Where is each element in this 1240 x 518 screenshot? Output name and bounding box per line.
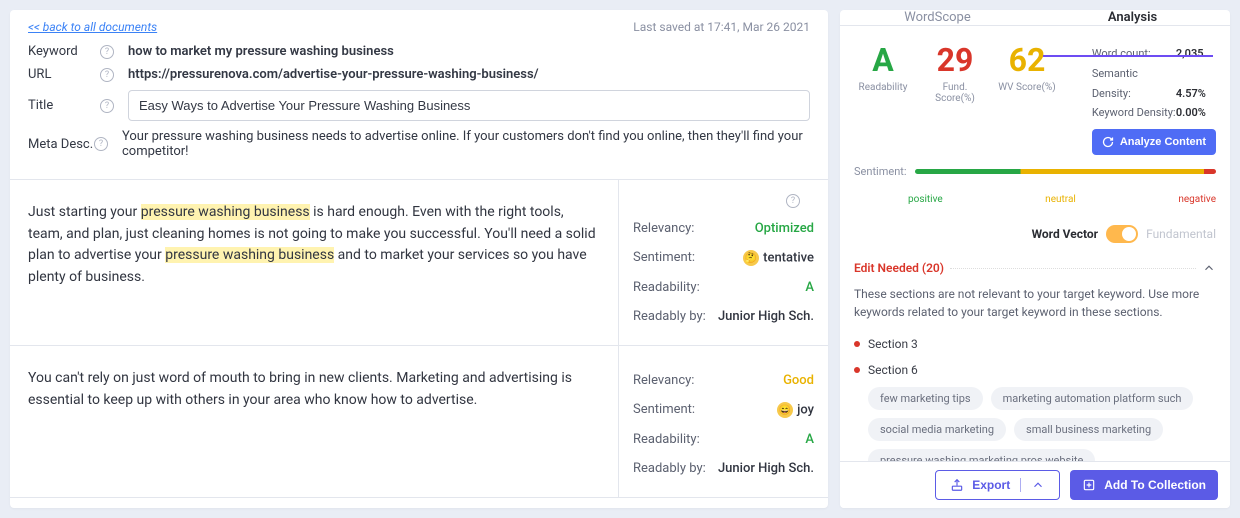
add-to-collection-button[interactable]: Add To Collection [1070,470,1218,500]
help-icon[interactable]: ? [100,45,114,59]
thinking-icon: 🤔 [743,250,759,266]
meta-desc-value: Your pressure washing business needs to … [122,129,810,159]
readability-label: Readability: [633,432,700,447]
readability-value: A [805,280,814,295]
sentiment-label: Sentiment: [633,402,695,418]
analyze-button[interactable]: Analyze Content [1092,129,1216,155]
readably-value: Junior High Sch. [718,461,814,476]
analysis-panel: WordScope Analysis A Readability 29 Fund… [840,10,1230,508]
last-saved: Last saved at 17:41, Mar 26 2021 [633,20,810,34]
analysis-tabs: WordScope Analysis [840,10,1230,26]
keyword-chip[interactable]: small business marketing [1014,418,1163,441]
content-stats: Word count:2,035 Semantic Density:4.57% … [1092,44,1216,155]
section-item[interactable]: Section 6 [840,357,1230,383]
back-link[interactable]: << back to all documents [28,20,157,34]
bottom-toolbar: Export Add To Collection [840,461,1230,508]
tab-wordscope[interactable]: WordScope [840,10,1035,25]
help-icon[interactable]: ? [786,194,800,208]
fundamental-label: Fundamental [1146,227,1216,241]
readability-value: A [805,432,814,447]
meta-desc-label: Meta Desc. [28,137,94,152]
content-block: Just starting your pressure washing busi… [10,180,828,346]
bullet-icon [854,367,860,373]
sentiment-value: 😄joy [777,402,814,418]
bullet-icon [854,341,860,347]
readability-label: Readability: [633,280,700,295]
doc-header: << back to all documents Last saved at 1… [10,10,828,180]
title-input[interactable] [128,90,810,121]
block-metrics: Relevancy: Good Sentiment: 😄joy Readabilit… [618,346,828,497]
edit-needed-header[interactable]: Edit Needed (20) [840,255,1230,281]
collection-icon [1082,478,1096,492]
sentiment-bar [915,169,1216,174]
sentiment-legend: positive neutral negative [840,194,1230,213]
edit-needed-desc: These sections are not relevant to your … [840,281,1230,331]
readably-label: Readably by: [633,309,706,324]
relevancy-label: Relevancy: [633,373,694,388]
relevancy-value: Good [783,373,814,388]
block-text[interactable]: You can't rely on just word of mouth to … [10,346,618,497]
sentiment-value: 🤔tentative [743,250,814,266]
score-fund: 29 Fund. Score(%) [926,44,984,104]
content-blocks[interactable]: Just starting your pressure washing busi… [10,180,828,508]
help-icon[interactable]: ? [100,68,114,82]
keyword-highlight: pressure washing business [165,247,334,263]
content-block: You can't rely on just word of mouth to … [10,346,828,498]
joy-icon: 😄 [777,402,793,418]
scores-row: A Readability 29 Fund. Score(%) 62 WV Sc… [840,26,1230,165]
relevancy-value: Optimized [755,221,814,236]
word-vector-label: Word Vector [1032,227,1099,241]
section-item[interactable]: Section 3 [840,331,1230,357]
keyword-chip[interactable]: social media marketing [868,418,1006,441]
score-wv: 62 WV Score(%) [998,44,1056,93]
block-metrics: ? Relevancy: Optimized Sentiment: 🤔tentati… [618,180,828,345]
keyword-value: how to market my pressure washing busine… [128,44,394,59]
keyword-chip[interactable]: marketing automation platform such [991,387,1194,410]
block-text[interactable]: Just starting your pressure washing busi… [10,180,618,345]
sentiment-row: Sentiment: [840,165,1230,194]
refresh-icon [1102,136,1114,148]
help-icon[interactable]: ? [94,137,108,151]
keyword-chip[interactable]: few marketing tips [868,387,983,410]
editor-panel: << back to all documents Last saved at 1… [10,10,828,508]
help-icon[interactable]: ? [100,99,114,113]
tab-active-underline [1043,55,1213,57]
chevron-up-icon [1031,478,1045,492]
chevron-up-icon[interactable] [1202,261,1216,275]
wv-toggle-row: Word Vector Fundamental [840,213,1230,255]
sentiment-label: Sentiment: [854,165,907,178]
sentiment-label: Sentiment: [633,250,695,266]
export-button[interactable]: Export [935,470,1060,500]
keyword-highlight: pressure washing business [141,204,310,220]
tab-analysis[interactable]: Analysis [1035,10,1230,25]
keyword-label: Keyword [28,44,100,59]
readably-label: Readably by: [633,461,706,476]
wv-toggle[interactable] [1106,225,1138,243]
relevancy-label: Relevancy: [633,221,694,236]
url-value: https://pressurenova.com/advertise-your-… [128,67,539,82]
export-icon [950,478,964,492]
url-label: URL [28,67,100,82]
score-readability: A Readability [854,44,912,93]
title-label: Title [28,98,100,113]
readably-value: Junior High Sch. [718,309,814,324]
